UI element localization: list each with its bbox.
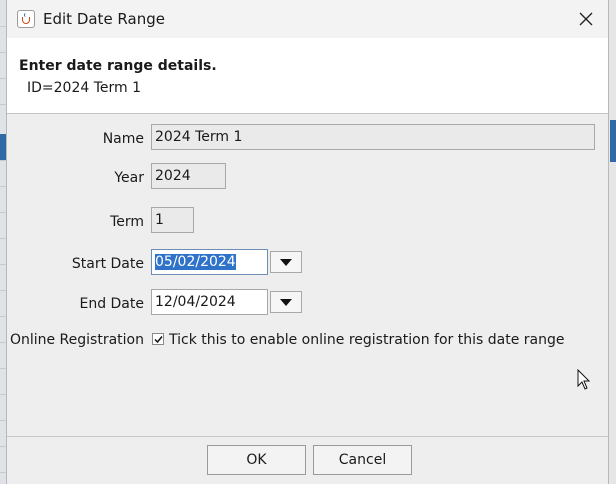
name-field[interactable]: 2024 Term 1 (151, 124, 595, 150)
year-label: Year (114, 170, 144, 186)
cancel-button[interactable]: Cancel (313, 445, 412, 475)
term-field[interactable]: 1 (151, 207, 194, 233)
start-date-field[interactable]: 05/02/2024 (151, 249, 268, 275)
end-date-picker-button[interactable] (270, 291, 302, 313)
background-right-strip (610, 0, 616, 484)
start-date-picker-button[interactable] (270, 251, 302, 273)
header-panel: Enter date range details. ID=2024 Term 1 (7, 38, 608, 114)
year-field[interactable]: 2024 (151, 163, 226, 189)
edit-date-range-dialog: Edit Date Range Enter date range details… (6, 0, 609, 484)
title-bar[interactable]: Edit Date Range (7, 0, 608, 38)
chevron-down-icon (280, 298, 292, 306)
background-selected-cell (610, 120, 616, 162)
close-icon (579, 12, 593, 26)
online-registration-text: Tick this to enable online registration … (169, 332, 565, 348)
header-title: Enter date range details. (19, 58, 217, 74)
footer-separator (7, 436, 608, 437)
start-date-label: Start Date (71, 256, 144, 272)
term-label: Term (110, 214, 144, 230)
end-date-field[interactable]: 12/04/2024 (151, 289, 268, 315)
header-subtitle: ID=2024 Term 1 (27, 80, 142, 96)
start-date-value: 05/02/2024 (155, 254, 236, 270)
chevron-down-icon (280, 258, 292, 266)
end-date-label: End Date (79, 296, 144, 312)
close-button[interactable] (570, 4, 602, 34)
name-label: Name (102, 131, 144, 147)
mouse-pointer-icon (577, 368, 591, 395)
window-title: Edit Date Range (43, 10, 165, 28)
ok-button[interactable]: OK (207, 445, 306, 475)
java-cup-icon (17, 10, 35, 28)
checkmark-icon (154, 336, 163, 344)
online-registration-checkbox[interactable] (152, 333, 164, 345)
online-registration-label: Online Registration (9, 332, 144, 348)
